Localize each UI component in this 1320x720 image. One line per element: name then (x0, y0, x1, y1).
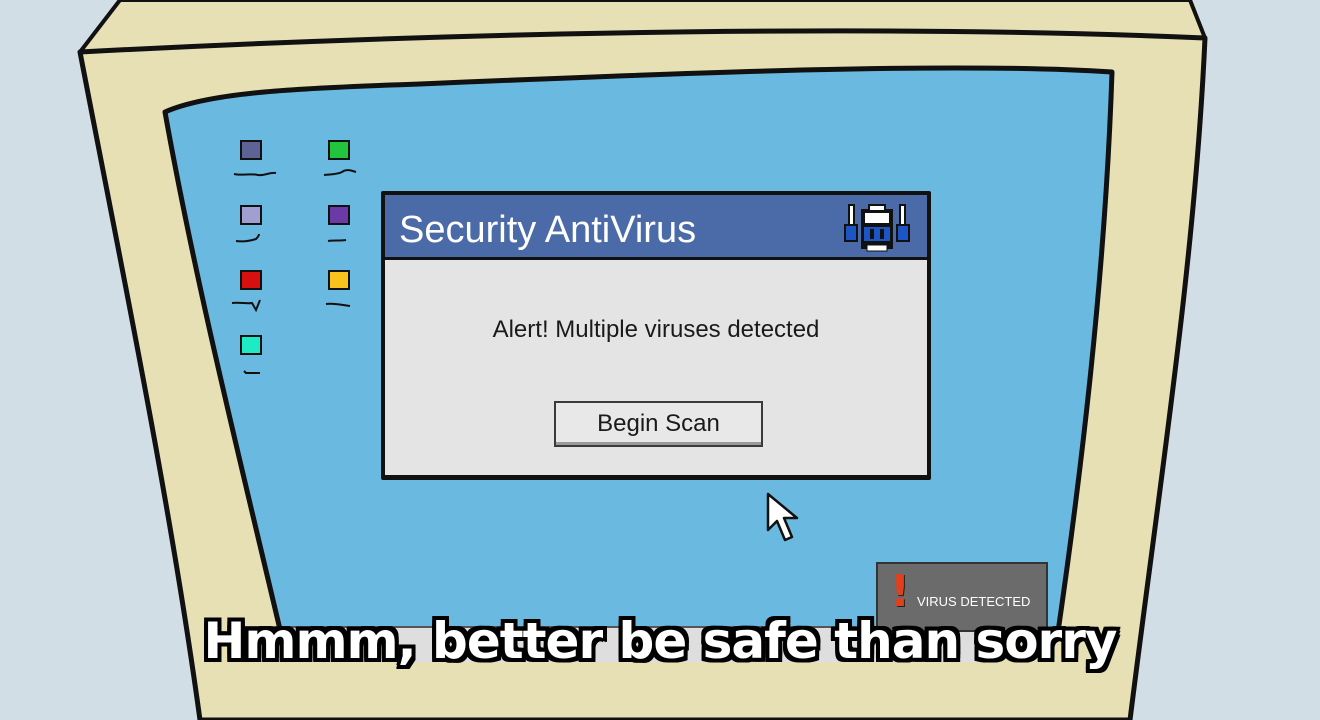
desktop-icon-1-label (233, 171, 277, 177)
desktop-icon-6-label (325, 302, 351, 307)
desktop-icon-7-square (240, 335, 262, 355)
desktop-icon-4-square (328, 205, 350, 225)
mouse-cursor-icon (766, 492, 799, 542)
dialog-title-bar: Security AntiVirus (385, 195, 927, 260)
desktop-icon-3-square (240, 205, 262, 225)
desktop-icon-2-label (323, 169, 357, 176)
desktop-icon-4-label (327, 239, 347, 242)
dialog-title: Security AntiVirus (399, 209, 697, 251)
subtitle-caption: Hmmm, better be safe than sorry (203, 612, 1118, 670)
desktop-icon-2-square (328, 140, 350, 160)
notification-text: VIRUS DETECTED (917, 594, 1031, 609)
exclamation-icon: ! (890, 566, 911, 617)
antivirus-robot-icon (844, 204, 910, 252)
antivirus-dialog: Security AntiVirus Alert! Multiple virus… (381, 191, 931, 480)
desktop-icon-5-square (240, 270, 262, 290)
desktop-icon-5-label (231, 299, 261, 313)
desktop-icon-3-label (235, 233, 260, 243)
desktop-icon-1-square (240, 140, 262, 160)
desktop-icon-7-label (243, 370, 260, 374)
scene: Security AntiVirus Alert! Multiple virus… (0, 0, 1320, 720)
alert-message: Alert! Multiple viruses detected (492, 316, 820, 343)
begin-scan-button[interactable]: Begin Scan (554, 401, 763, 447)
desktop-icon-6-square (328, 270, 350, 290)
